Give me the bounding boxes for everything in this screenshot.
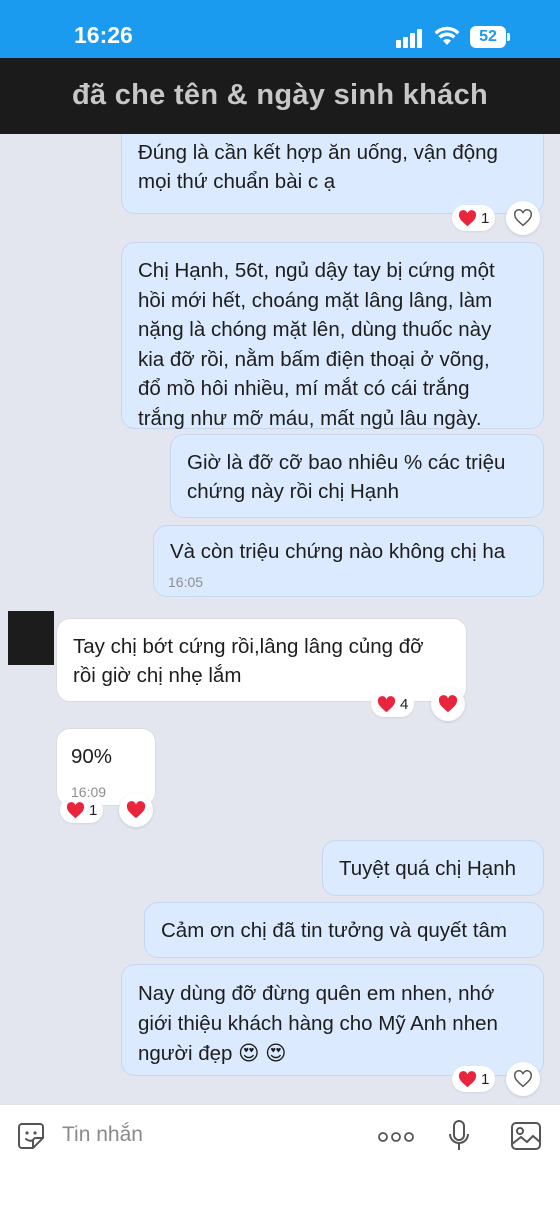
heart-icon (66, 801, 85, 818)
reaction-count[interactable]: 1 (60, 797, 104, 823)
message-line: chứng này rồi chị Hạnh (187, 480, 400, 503)
message-line: Tay chị bớt cứng rồi,lâng lâng củng đỡ (73, 635, 424, 658)
message-bubble[interactable]: Tay chị bớt cứng rồi,lâng lâng củng đỡ r… (56, 618, 467, 702)
message-time: 16:05 (168, 574, 204, 590)
message-line: Cảm ơn chị đã tin tưởng và quyết tâm (161, 919, 507, 942)
message-line: trắng như mỡ máu, mất ngủ lâu ngày. (138, 406, 482, 430)
heart-icon (126, 801, 146, 819)
privacy-banner: đã che tên & ngày sinh khách (0, 58, 560, 134)
message-line: nặng là chóng mặt lên, dùng thuốc này (138, 318, 492, 341)
battery-tip (507, 33, 510, 41)
heart-outline-icon (514, 1070, 532, 1088)
signal-icon (396, 28, 426, 48)
message-line: 90% (71, 745, 113, 768)
reaction-count-label: 1 (481, 209, 490, 227)
message-line: rồi giờ chị nhẹ lắm (73, 664, 242, 687)
message-bubble[interactable]: Chị Hạnh, 56t, ngủ dậy tay bị cứng một h… (121, 242, 544, 430)
message-bubble[interactable]: Giờ là đỡ cỡ bao nhiêu % các triệu chứng… (170, 434, 544, 518)
reaction-count-label: 1 (481, 1070, 490, 1088)
message-line: giới thiệu khách hàng cho Mỹ Anh nhen (138, 1012, 498, 1035)
message-bubble[interactable]: Đúng là cần kết hợp ăn uống, vận động mọ… (121, 134, 544, 214)
message-input[interactable]: Tin nhắn (62, 1123, 143, 1147)
message-bubble[interactable]: Và còn triệu chứng nào không chị ha 16:0… (153, 525, 544, 597)
message-line: Tuyệt quá chị Hạnh (339, 857, 517, 880)
heart-icon (458, 1070, 477, 1087)
reaction-count-label: 4 (400, 695, 409, 713)
message-bubble[interactable]: Tuyệt quá chị Hạnh (322, 840, 544, 896)
reaction-count[interactable]: 4 (371, 691, 415, 717)
like-button[interactable] (506, 201, 540, 235)
chat-thread[interactable]: Đúng là cần kết hợp ăn uống, vận động mọ… (0, 134, 560, 1104)
like-button[interactable] (506, 1062, 540, 1096)
message-line: người đẹp 😍 😍 (138, 1042, 287, 1065)
message-bubble[interactable]: Nay dùng đỡ đừng quên em nhen, nhớ giới … (121, 964, 544, 1076)
reaction-count-label: 1 (89, 801, 98, 819)
microphone-icon[interactable] (448, 1119, 470, 1153)
avatar[interactable] (8, 611, 54, 665)
message-line: Chị Hạnh, 56t, ngủ dậy tay bị cứng một (138, 259, 495, 282)
wifi-icon (434, 26, 460, 45)
message-line: đổ mồ hôi nhiều, mí mắt có cái trắng (138, 377, 470, 400)
heart-icon (438, 695, 458, 713)
heart-icon (377, 695, 396, 712)
sticker-icon[interactable] (16, 1121, 46, 1151)
reaction-count[interactable]: 1 (452, 205, 496, 231)
status-bar: 16:26 52 (0, 0, 560, 58)
more-icon[interactable] (378, 1131, 414, 1143)
message-line: Giờ là đỡ cỡ bao nhiêu % các triệu (187, 451, 506, 474)
battery-indicator: 52 (470, 26, 506, 48)
reaction-count[interactable]: 1 (452, 1066, 496, 1092)
image-icon[interactable] (510, 1121, 542, 1151)
message-line: kia đỡ rồi, nằm bấm điện thoại ở võng, (138, 347, 490, 371)
message-line: hồi mới hết, choáng mặt lâng lâng, làm (138, 288, 493, 312)
message-line: mọi thứ chuẩn bài c ạ (138, 170, 336, 193)
message-line: Và còn triệu chứng nào không chị ha (170, 540, 506, 563)
message-input-bar: Tin nhắn (0, 1104, 560, 1211)
heart-reaction-button[interactable] (431, 687, 465, 721)
heart-icon (458, 209, 477, 226)
message-line: Nay dùng đỡ đừng quên em nhen, nhớ (138, 982, 495, 1005)
clock: 16:26 (74, 22, 133, 48)
message-line: Đúng là cần kết hợp ăn uống, vận động (138, 141, 498, 164)
heart-outline-icon (514, 209, 532, 227)
heart-reaction-button[interactable] (119, 793, 153, 827)
message-bubble[interactable]: Cảm ơn chị đã tin tưởng và quyết tâm (144, 902, 544, 958)
